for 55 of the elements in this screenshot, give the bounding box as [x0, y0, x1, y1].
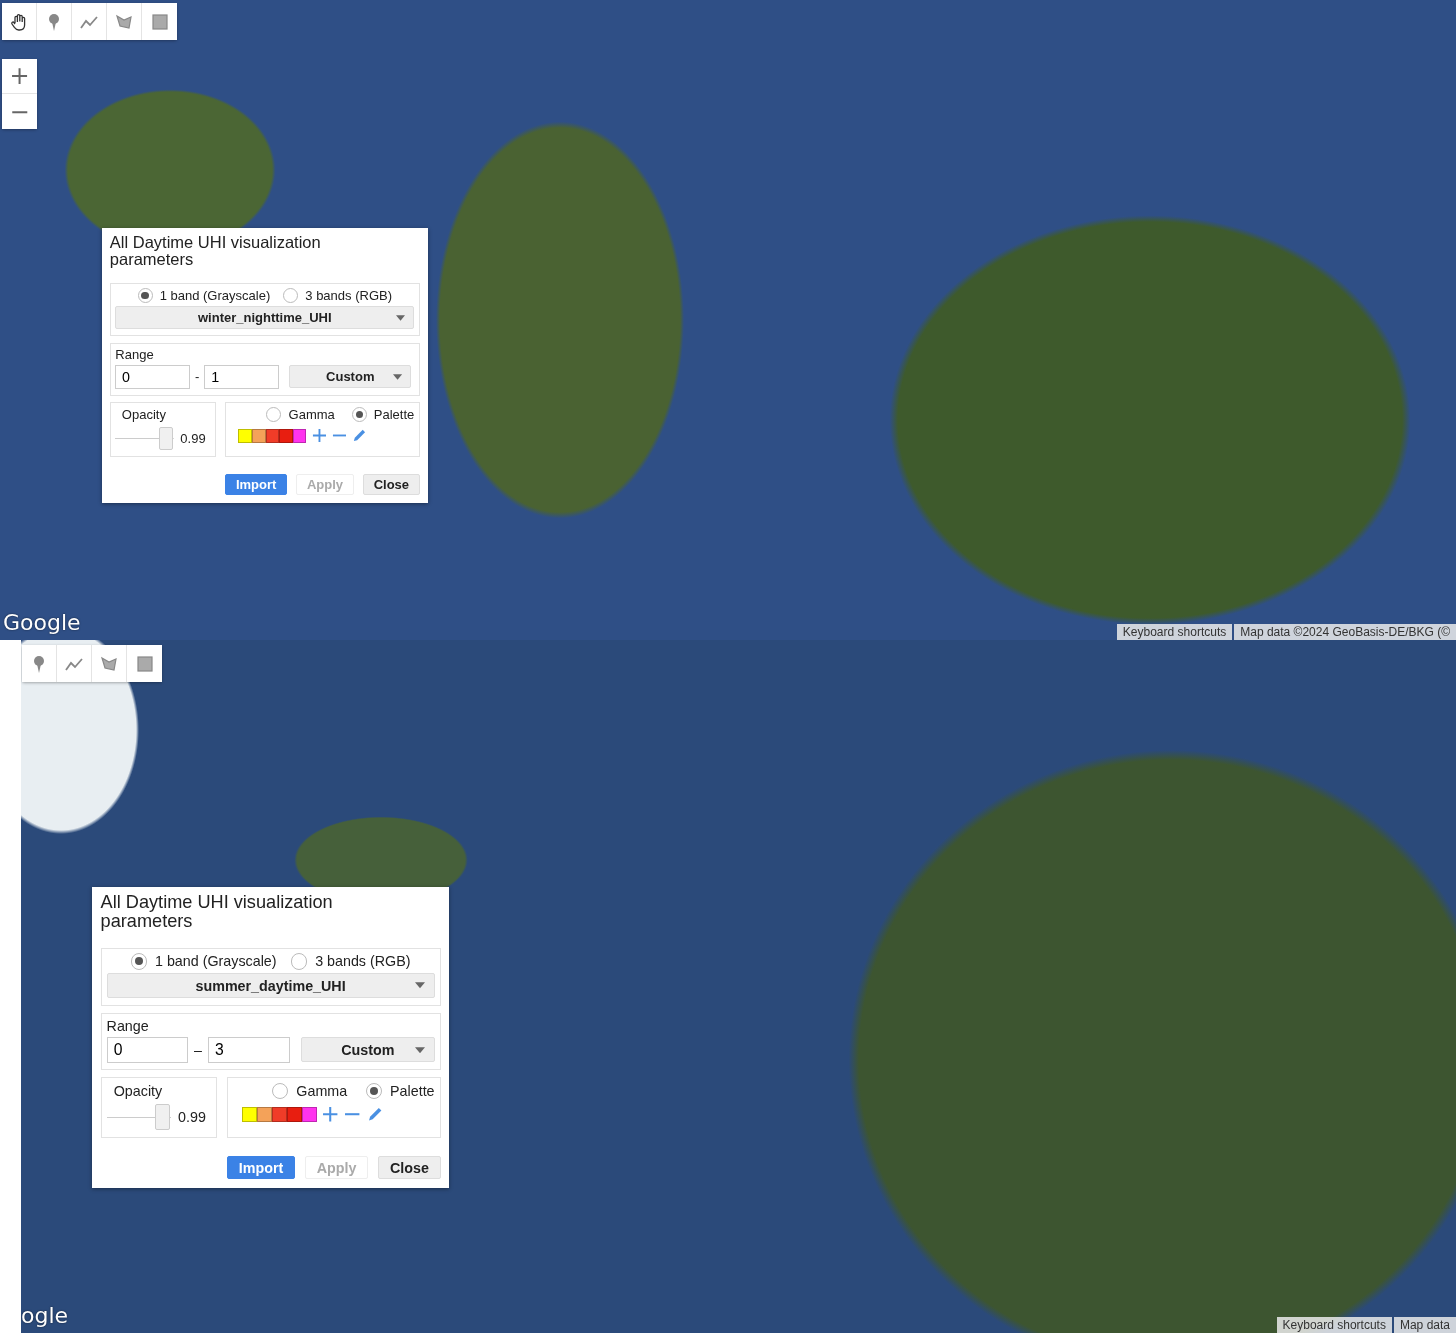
caret-icon: [415, 982, 425, 989]
caret-icon: [415, 1046, 425, 1054]
opacity-label: Opacity: [120, 406, 167, 422]
opacity-label: Opacity: [112, 1082, 164, 1099]
pencil-icon[interactable]: [351, 428, 367, 444]
tool-button[interactable]: [2, 3, 37, 40]
zoom-out-button[interactable]: −: [2, 94, 37, 129]
band-mode-radio[interactable]: 3 bands (RGB): [290, 953, 411, 970]
range-separator: –: [194, 1041, 202, 1058]
keyboard-shortcuts-link[interactable]: Keyboard shortcuts: [1116, 624, 1233, 640]
keyboard-shortcuts-link[interactable]: Keyboard shortcuts: [1276, 1317, 1392, 1333]
range-min-field[interactable]: 0: [106, 1036, 189, 1063]
palette-swatch[interactable]: [279, 429, 293, 443]
palette-swatch[interactable]: [238, 429, 252, 443]
rectangle-icon: [134, 653, 155, 674]
range-label: Range: [106, 1018, 150, 1035]
band-dropdown[interactable]: summer_daytime_UHI: [106, 973, 435, 999]
close-button[interactable]: Close: [362, 474, 420, 495]
dialog-title: All Daytime UHI visualization parameters: [109, 233, 322, 269]
mode-radio[interactable]: Palette: [351, 406, 415, 422]
map-view[interactable]: [0, 0, 1456, 640]
band-dropdown[interactable]: winter_nighttime_UHI: [115, 306, 415, 330]
band-mode-radio[interactable]: 1 band (Grayscale): [137, 288, 271, 304]
plus-icon[interactable]: [322, 1106, 339, 1123]
map-data-link[interactable]: Map data: [1393, 1317, 1456, 1333]
range-label: Range: [115, 347, 155, 363]
palette-swatch[interactable]: [241, 1107, 257, 1122]
map-data-link[interactable]: Map data ©2024 GeoBasis-DE/BKG (©: [1234, 624, 1456, 640]
mode-radio[interactable]: Palette: [365, 1082, 435, 1100]
range-preset-dropdown[interactable]: Custom: [300, 1037, 435, 1063]
caret-icon: [393, 373, 403, 380]
zoom-in-button[interactable]: +: [2, 59, 37, 94]
band-mode-radio[interactable]: 1 band (Grayscale): [130, 953, 277, 970]
range-separator: -: [194, 369, 200, 385]
range-max-field[interactable]: 3: [207, 1036, 290, 1063]
plus-icon[interactable]: [311, 428, 327, 444]
band-mode-radio[interactable]: 3 bands (RGB): [283, 288, 392, 304]
rectangle-icon: [149, 11, 170, 32]
mode-radio[interactable]: Gamma: [266, 406, 335, 422]
map-logo: ogle: [21, 1303, 69, 1328]
range-max-field[interactable]: 1: [204, 365, 279, 389]
range-preset-dropdown[interactable]: Custom: [289, 365, 412, 389]
slider-thumb[interactable]: [159, 427, 174, 451]
pencil-icon[interactable]: [366, 1106, 383, 1123]
close-button[interactable]: Close: [378, 1156, 441, 1179]
opacity-value: 0.99: [180, 431, 206, 447]
map-logo: Google: [3, 610, 81, 635]
caret-icon: [396, 314, 406, 321]
dialog-title: All Daytime UHI visualization parameters: [100, 893, 334, 932]
slider-thumb[interactable]: [154, 1104, 171, 1131]
mode-radio[interactable]: Gamma: [272, 1082, 348, 1100]
range-min-field[interactable]: 0: [115, 365, 190, 389]
opacity-value: 0.99: [178, 1109, 206, 1126]
import-button[interactable]: Import: [227, 1156, 296, 1179]
import-button[interactable]: Import: [225, 474, 288, 495]
